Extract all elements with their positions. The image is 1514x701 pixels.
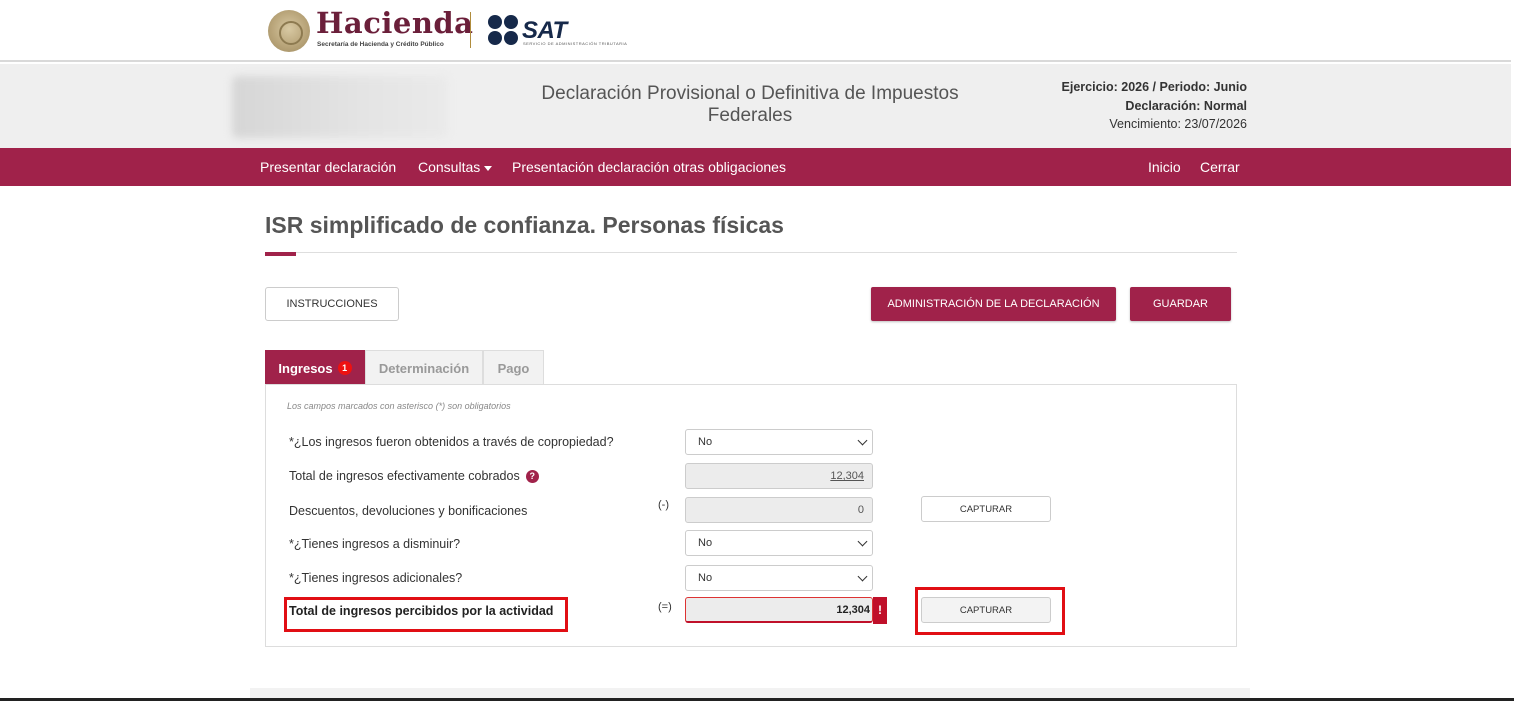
ingresos-cobrados-field[interactable]: 12,304 <box>685 463 873 489</box>
ingresos-disminuir-label: *¿Tienes ingresos a disminuir? <box>289 537 461 551</box>
chevron-down-icon <box>857 571 868 582</box>
ingresos-adicionales-select[interactable]: No <box>685 565 873 591</box>
administracion-button[interactable]: ADMINISTRACIÓN DE LA DECLARACIÓN <box>871 287 1116 321</box>
total-ingresos-field: 12,304 <box>685 597 873 623</box>
nav-otras-obligaciones[interactable]: Presentación declaración otras obligacio… <box>512 159 786 175</box>
ejercicio-periodo: Ejercicio: 2026 / Periodo: Junio <box>1061 80 1247 94</box>
taxpayer-info-redacted <box>232 76 448 138</box>
equals-sign: (=) <box>658 601 672 613</box>
highlight-capturar-button <box>915 587 1065 635</box>
ingresos-disminuir-select[interactable]: No <box>685 530 873 556</box>
mexico-emblem-icon <box>268 10 310 52</box>
chevron-down-icon <box>857 435 868 446</box>
nav-consultas[interactable]: Consultas <box>418 159 493 175</box>
chevron-down-icon <box>857 536 868 547</box>
tab-pago[interactable]: Pago <box>483 350 544 385</box>
period-info: Ejercicio: 2026 / Periodo: Junio Declara… <box>1062 78 1247 134</box>
title-accent <box>265 252 296 256</box>
sat-subtitle: SERVICIO DE ADMINISTRACIÓN TRIBUTARIA <box>523 41 628 46</box>
tipo-declaracion: Declaración: Normal <box>1125 98 1247 113</box>
ingresos-adicionales-label: *¿Tienes ingresos adicionales? <box>289 571 463 585</box>
title-divider <box>265 252 1237 253</box>
instrucciones-button[interactable]: INSTRUCCIONES <box>265 287 399 321</box>
nav-inicio[interactable]: Inicio <box>1148 159 1181 175</box>
highlight-total-label <box>284 597 568 632</box>
sat-logo-icon <box>488 15 520 47</box>
descuentos-label: Descuentos, devoluciones y bonificacione… <box>289 504 528 518</box>
capturar-descuentos-button[interactable]: CAPTURAR <box>921 496 1051 522</box>
tab-determinacion[interactable]: Determinación <box>365 350 483 385</box>
logo-bar: Hacienda Secretaría de Hacienda y Crédit… <box>0 0 1511 62</box>
footer-strip <box>250 688 1250 698</box>
required-fields-note: Los campos marcados con asterisco (*) so… <box>287 401 511 411</box>
nav-presentar-declaracion[interactable]: Presentar declaración <box>260 159 396 175</box>
error-count-badge: 1 <box>337 361 352 375</box>
main-nav: Presentar declaración Consultas Presenta… <box>0 148 1511 186</box>
tab-ingresos[interactable]: Ingresos 1 <box>265 350 365 385</box>
hacienda-subtitle: Secretaría de Hacienda y Crédito Público <box>317 41 444 48</box>
copropiedad-select[interactable]: No <box>685 429 873 455</box>
logo-divider <box>470 12 471 48</box>
descuentos-field: 0 <box>685 497 873 523</box>
minus-sign: (-) <box>658 499 669 511</box>
copropiedad-label: *¿Los ingresos fueron obtenidos a través… <box>289 435 614 449</box>
declaration-title: Declaración Provisional o Definitiva de … <box>541 83 959 126</box>
guardar-button[interactable]: GUARDAR <box>1130 287 1231 321</box>
error-flag-icon: ! <box>873 597 887 624</box>
caret-down-icon <box>484 165 493 171</box>
ingresos-cobrados-label: Total de ingresos efectivamente cobrados… <box>289 469 539 484</box>
nav-cerrar[interactable]: Cerrar <box>1200 159 1240 175</box>
declaration-header: Declaración Provisional o Definitiva de … <box>0 64 1511 148</box>
page-title: ISR simplificado de confianza. Personas … <box>265 212 784 238</box>
help-icon[interactable]: ? <box>525 470 539 484</box>
hacienda-logo-text: Hacienda <box>316 6 474 40</box>
vencimiento: Vencimiento: 23/07/2026 <box>1109 117 1247 131</box>
